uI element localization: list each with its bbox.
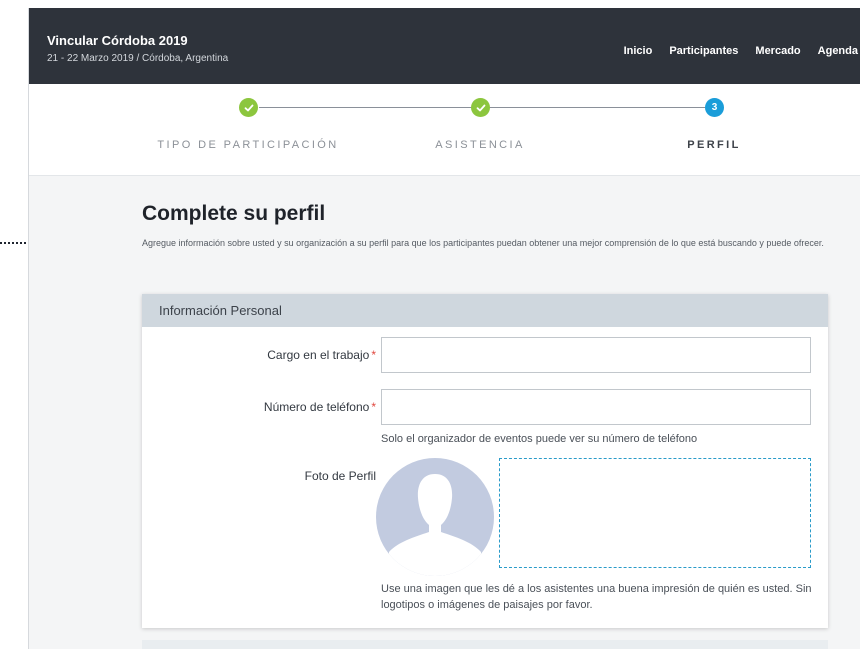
avatar-placeholder[interactable]: [376, 458, 494, 576]
job-title-label-text: Cargo en el trabajo: [267, 348, 370, 362]
job-title-label: Cargo en el trabajo *: [142, 348, 376, 362]
next-section-card: [142, 640, 828, 649]
nav-inicio[interactable]: Inicio: [624, 45, 653, 57]
photo-hint: Use una imagen que les dé a los asistent…: [381, 583, 812, 611]
photo-dropzone[interactable]: [499, 458, 811, 568]
top-bar: Vincular Córdoba 2019 21 - 22 Marzo 2019…: [29, 8, 860, 84]
nav-agenda[interactable]: Agenda: [818, 45, 858, 57]
main-nav: Inicio Participantes Mercado Agenda: [624, 45, 860, 57]
job-title-input[interactable]: [381, 337, 811, 373]
step-label-perfil[interactable]: PERFIL: [687, 139, 741, 151]
check-icon: [244, 104, 253, 111]
nav-mercado[interactable]: Mercado: [755, 45, 800, 57]
phone-label-text: Número de teléfono: [263, 400, 370, 414]
photo-label: Foto de Perfil: [304, 469, 376, 483]
event-subtitle: 21 - 22 Marzo 2019 / Córdoba, Argentina: [47, 53, 229, 64]
personal-info-card: Información Personal Cargo en el trabajo…: [142, 294, 828, 628]
page-description: Agregue información sobre usted y su org…: [142, 238, 824, 248]
step-label-tipo[interactable]: TIPO DE PARTICIPACIÓN: [157, 139, 338, 151]
step-connector: [259, 107, 477, 108]
phone-hint: Solo el organizador de eventos puede ver…: [381, 433, 698, 445]
phone-input[interactable]: [381, 389, 811, 425]
step-connector: [489, 107, 705, 108]
app-window: Vincular Córdoba 2019 21 - 22 Marzo 2019…: [28, 8, 860, 649]
event-title: Vincular Córdoba 2019: [47, 33, 188, 48]
required-marker: *: [371, 348, 376, 362]
page-intro: Complete su perfil Agregue información s…: [142, 202, 832, 250]
user-silhouette-icon: [389, 474, 481, 576]
nav-participantes[interactable]: Participantes: [669, 45, 738, 57]
required-marker: *: [371, 400, 376, 414]
page-title: Complete su perfil: [142, 202, 326, 225]
step-2-check: [471, 98, 490, 117]
step-3-number: 3: [705, 98, 724, 117]
check-icon: [476, 104, 485, 111]
step-1-check: [239, 98, 258, 117]
phone-label: Número de teléfono *: [142, 400, 376, 414]
progress-stepper: 3 TIPO DE PARTICIPACIÓN ASISTENCIA PERFI…: [29, 84, 860, 176]
step-label-asistencia[interactable]: ASISTENCIA: [435, 139, 524, 151]
section-header: Información Personal: [142, 294, 828, 327]
